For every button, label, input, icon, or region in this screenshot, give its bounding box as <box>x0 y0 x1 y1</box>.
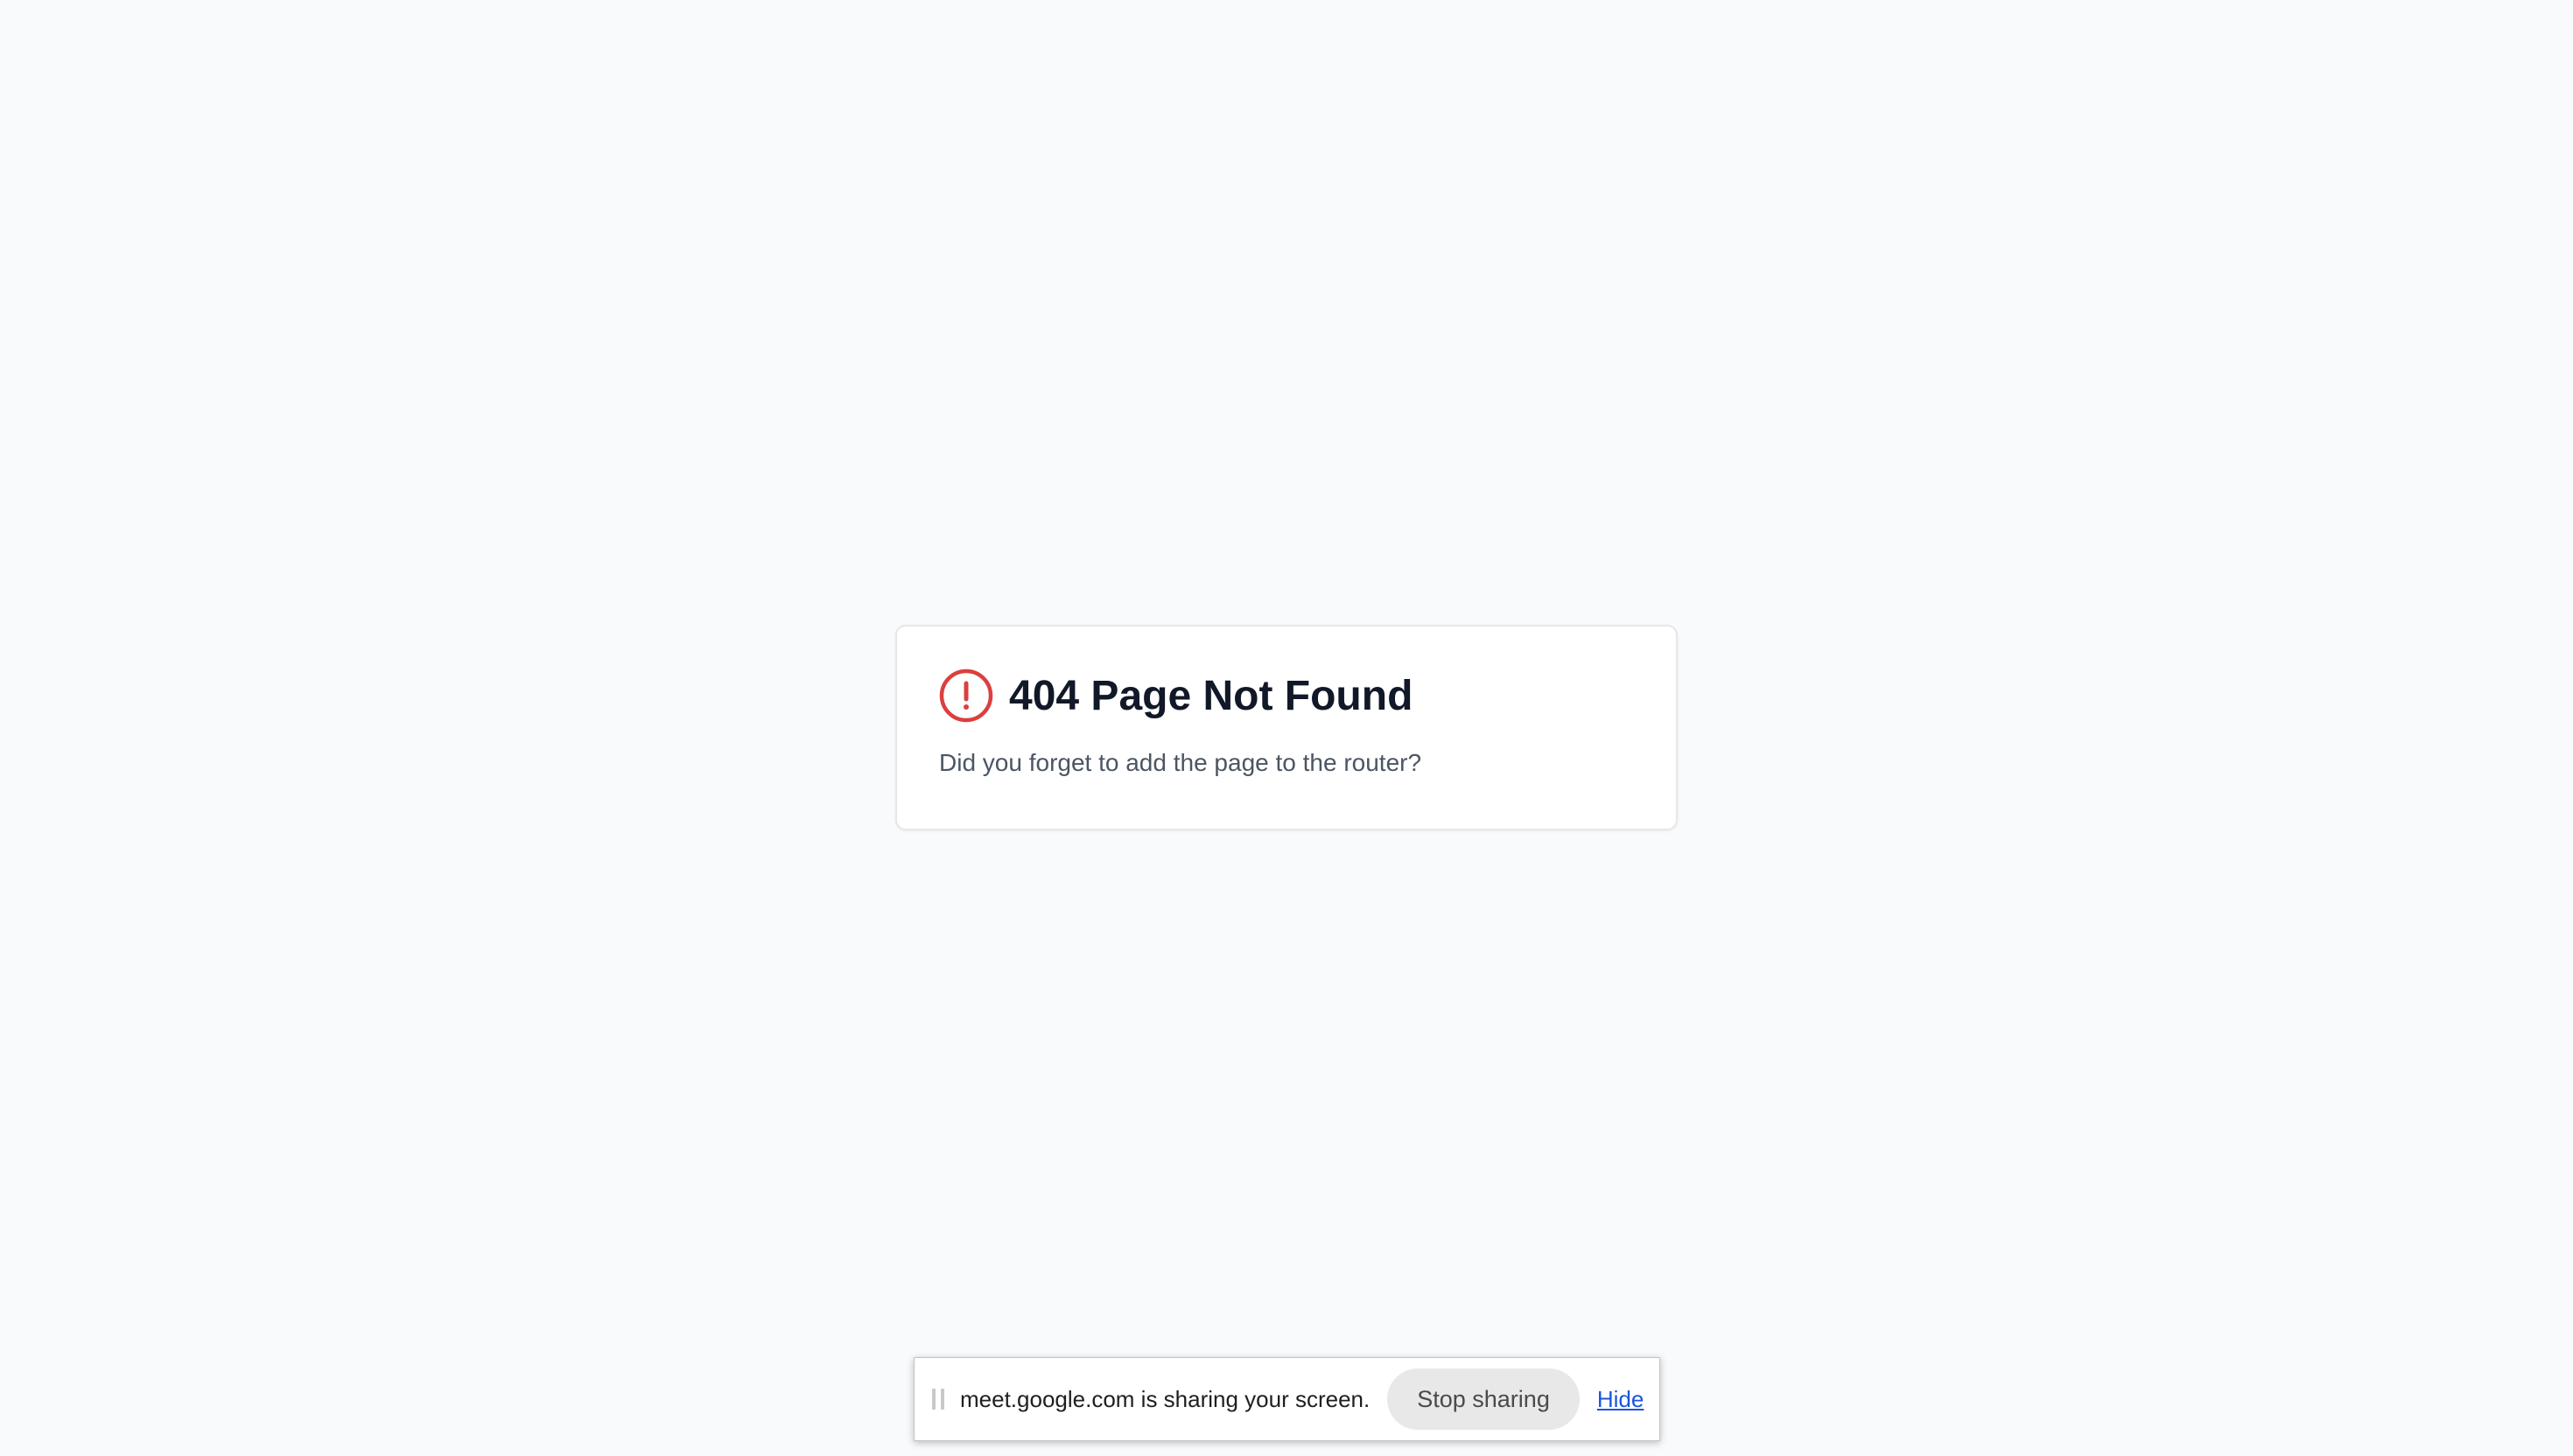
share-status-text: meet.google.com is sharing your screen. <box>960 1385 1371 1412</box>
page-title: 404 Page Not Found <box>1009 672 1413 719</box>
hide-link[interactable]: Hide <box>1597 1386 1644 1413</box>
screen-share-bar: meet.google.com is sharing your screen. … <box>914 1357 1660 1441</box>
card-header: 404 Page Not Found <box>939 668 1634 723</box>
error-message: Did you forget to add the page to the ro… <box>939 749 1422 776</box>
stop-sharing-button[interactable]: Stop sharing <box>1387 1368 1580 1430</box>
not-found-card: 404 Page Not Found Did you forget to add… <box>895 625 1678 830</box>
drag-handle-icon[interactable] <box>932 1389 944 1410</box>
alert-circle-icon <box>939 668 993 723</box>
